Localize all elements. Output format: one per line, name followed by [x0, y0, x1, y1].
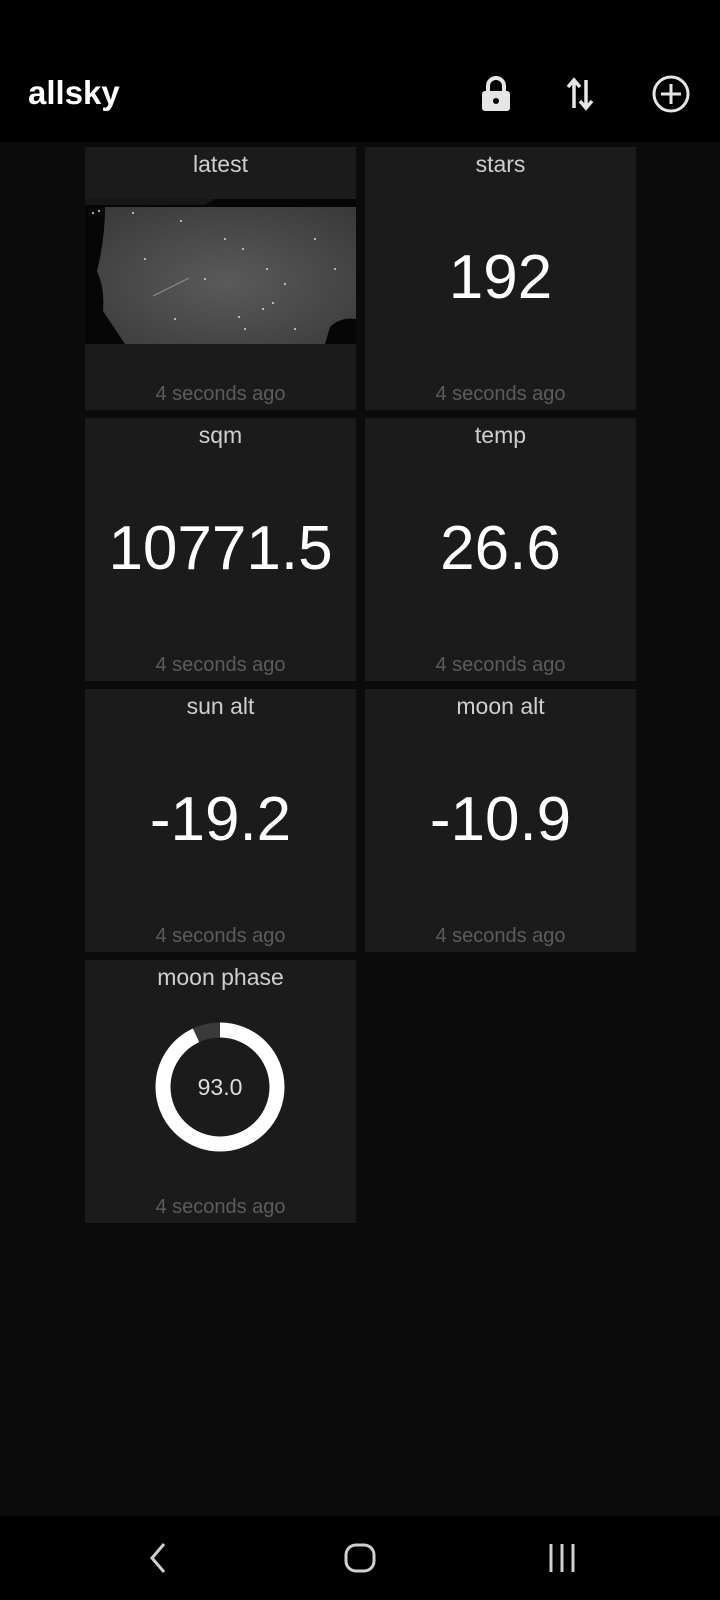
tile-title: latest: [193, 151, 248, 177]
tile-latest[interactable]: latest 4 seconds ago: [85, 147, 356, 410]
gauge-value: 93.0: [197, 1073, 243, 1100]
tile-title: temp: [474, 422, 527, 448]
tile-value: 192: [448, 243, 553, 312]
lock-icon[interactable]: [474, 72, 518, 116]
tile-sqm[interactable]: sqm 10771.5 4 seconds ago: [85, 418, 356, 681]
tile-sun-alt[interactable]: sun alt -19.2 4 seconds ago: [85, 689, 356, 952]
tile-value: -19.2: [149, 785, 292, 854]
tile-title: moon alt: [456, 693, 545, 719]
tile-timestamp: 4 seconds ago: [435, 654, 566, 676]
system-nav-bar: [0, 1516, 720, 1600]
tile-timestamp: 4 seconds ago: [155, 925, 286, 947]
sky-image: [85, 199, 356, 344]
tile-value: 10771.5: [108, 514, 333, 583]
tile-title: sqm: [198, 422, 243, 448]
tile-timestamp: 4 seconds ago: [155, 1196, 286, 1218]
tile-timestamp: 4 seconds ago: [435, 925, 566, 947]
tile-value: -10.9: [429, 785, 572, 854]
recents-icon[interactable]: [534, 1534, 590, 1582]
tile-moon-alt[interactable]: moon alt -10.9 4 seconds ago: [365, 689, 636, 952]
home-icon[interactable]: [332, 1534, 388, 1582]
app-title: allsky: [28, 74, 120, 111]
tile-value: 26.6: [440, 514, 561, 583]
tile-title: sun alt: [186, 693, 255, 719]
tile-moon-phase[interactable]: moon phase 93.0 4 seconds ago: [85, 960, 356, 1223]
back-icon[interactable]: [130, 1534, 186, 1582]
swap-vertical-icon[interactable]: [558, 72, 602, 116]
tile-timestamp: 4 seconds ago: [155, 654, 286, 676]
tile-title: stars: [475, 151, 526, 177]
tile-timestamp: 4 seconds ago: [155, 383, 286, 405]
tile-timestamp: 4 seconds ago: [435, 383, 566, 405]
tile-temp[interactable]: temp 26.6 4 seconds ago: [365, 418, 636, 681]
add-circle-icon[interactable]: [649, 72, 693, 116]
tile-title: moon phase: [157, 964, 284, 990]
app-bar: allsky: [0, 0, 720, 142]
tile-stars[interactable]: stars 192 4 seconds ago: [365, 147, 636, 410]
